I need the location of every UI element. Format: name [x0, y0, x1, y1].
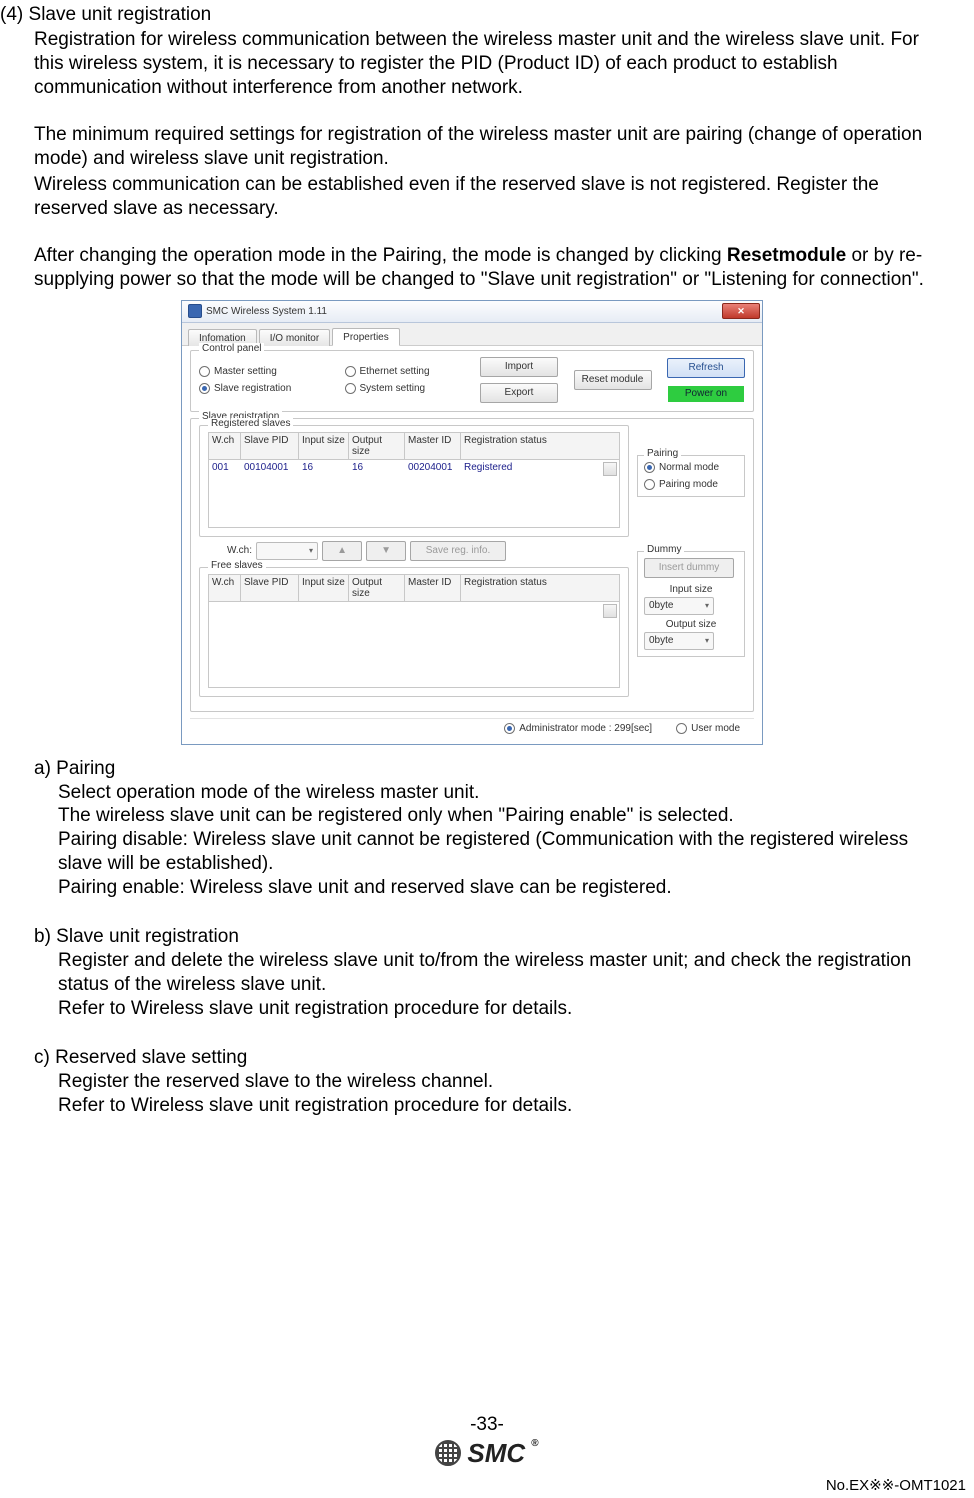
registered-slaves-group: Registered slaves W.ch Slave PID Input s… — [199, 425, 629, 537]
tab-io-monitor[interactable]: I/O monitor — [259, 329, 330, 346]
refresh-button[interactable]: Refresh — [667, 358, 745, 378]
move-down-button[interactable]: ▼ — [366, 541, 406, 561]
paragraph: The minimum required settings for regist… — [34, 123, 944, 171]
radio-slave-registration[interactable]: Slave registration — [199, 383, 321, 394]
reset-module-button[interactable]: Reset module — [574, 370, 652, 390]
paragraph: Register and delete the wireless slave u… — [58, 949, 944, 997]
slave-registration-group: Slave registration Registered slaves W.c… — [190, 418, 754, 712]
table-row[interactable]: 001 00104001 16 16 00204001 Registered — [209, 460, 619, 475]
tab-properties[interactable]: Properties — [332, 328, 400, 346]
wch-label: W.ch: — [227, 545, 252, 556]
subsection-heading: b) Slave unit registration — [34, 925, 944, 949]
insert-dummy-button[interactable]: Insert dummy — [644, 558, 734, 578]
table-header: W.ch Slave PID Input size Output size Ma… — [208, 432, 620, 460]
output-size-label: Output size — [644, 619, 738, 630]
pairing-group: Pairing Normal mode Pairing mode — [637, 455, 745, 497]
paragraph: Select operation mode of the wireless ma… — [58, 781, 944, 805]
paragraph: Refer to Wireless slave unit registratio… — [58, 997, 944, 1021]
free-slaves-group: Free slaves W.ch Slave PID Input size Ou… — [199, 567, 629, 697]
radio-admin-mode[interactable]: Administrator mode : 299[sec] — [504, 723, 652, 734]
chevron-down-icon: ▾ — [705, 636, 709, 645]
chevron-down-icon: ▾ — [705, 601, 709, 610]
subsection-heading: c) Reserved slave setting — [34, 1046, 944, 1070]
close-button[interactable]: ✕ — [722, 303, 760, 319]
radio-normal-mode[interactable]: Normal mode — [644, 462, 730, 473]
close-icon: ✕ — [737, 306, 745, 317]
bold-term: Resetmodule — [727, 245, 846, 266]
save-reg-info-button[interactable]: Save reg. info. — [410, 541, 506, 561]
group-legend: Free slaves — [208, 560, 266, 571]
radio-pairing-mode[interactable]: Pairing mode — [644, 479, 730, 490]
registered-slaves-table[interactable]: 001 00104001 16 16 00204001 Registered — [208, 460, 620, 528]
document-number: No.EX※※-OMT1021 — [826, 1476, 966, 1494]
section-heading: (4) Slave unit registration — [0, 4, 944, 26]
paragraph: Pairing disable: Wireless slave unit can… — [58, 828, 944, 876]
app-window: SMC Wireless System 1.11 ✕ Infomation I/… — [181, 300, 763, 745]
move-up-button[interactable]: ▲ — [322, 541, 362, 561]
control-panel-group: Control panel Master setting Slave regis… — [190, 350, 754, 412]
power-status: Power on — [668, 386, 744, 402]
paragraph: Pairing enable: Wireless slave unit and … — [58, 876, 944, 900]
app-icon — [188, 304, 202, 318]
paragraph: Registration for wireless communication … — [34, 28, 944, 99]
radio-system-setting[interactable]: System setting — [345, 383, 457, 394]
dummy-group: Dummy Insert dummy Input size 0byte▾ Out… — [637, 551, 745, 657]
wch-dropdown[interactable]: ▾ — [256, 542, 318, 560]
paragraph: Register the reserved slave to the wirel… — [58, 1070, 944, 1094]
group-legend: Dummy — [644, 544, 684, 555]
export-button[interactable]: Export — [480, 383, 558, 403]
page-footer: -33- SMC® — [0, 1414, 974, 1473]
scroll-up-icon[interactable] — [603, 462, 617, 476]
group-legend: Pairing — [644, 448, 681, 459]
input-size-label: Input size — [644, 584, 738, 595]
radio-master-setting[interactable]: Master setting — [199, 366, 321, 377]
titlebar: SMC Wireless System 1.11 ✕ — [182, 301, 762, 323]
page-number: -33- — [0, 1414, 974, 1436]
free-slaves-table[interactable] — [208, 602, 620, 688]
subsection-heading: a) Pairing — [34, 757, 944, 781]
group-legend: Control panel — [199, 343, 264, 354]
globe-icon — [435, 1440, 461, 1466]
input-size-dropdown[interactable]: 0byte▾ — [644, 597, 714, 615]
paragraph: The wireless slave unit can be registere… — [58, 804, 944, 828]
group-legend: Registered slaves — [208, 418, 293, 429]
radio-user-mode[interactable]: User mode — [676, 723, 740, 734]
chevron-down-icon: ▾ — [309, 546, 313, 555]
paragraph: Wireless communication can be establishe… — [34, 173, 944, 221]
tab-bar: Infomation I/O monitor Properties — [182, 323, 762, 346]
output-size-dropdown[interactable]: 0byte▾ — [644, 632, 714, 650]
import-button[interactable]: Import — [480, 357, 558, 377]
mode-footer: Administrator mode : 299[sec] User mode — [190, 718, 754, 736]
table-header: W.ch Slave PID Input size Output size Ma… — [208, 574, 620, 602]
window-title: SMC Wireless System 1.11 — [206, 306, 327, 317]
paragraph: Refer to Wireless slave unit registratio… — [58, 1094, 944, 1118]
radio-ethernet-setting[interactable]: Ethernet setting — [345, 366, 457, 377]
paragraph: After changing the operation mode in the… — [34, 244, 944, 292]
scroll-up-icon[interactable] — [603, 604, 617, 618]
smc-logo: SMC® — [435, 1438, 538, 1469]
